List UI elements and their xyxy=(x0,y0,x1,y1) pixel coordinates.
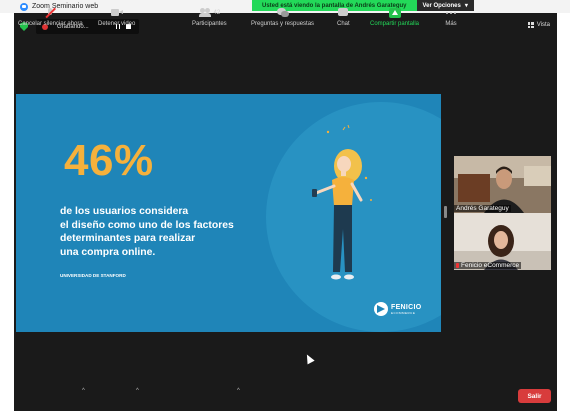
logo-subtitle: ECOMMERCE xyxy=(391,310,416,315)
share-screen-button[interactable]: Compartir pantalla xyxy=(370,8,419,27)
panel-resize-handle[interactable] xyxy=(444,206,447,218)
participant-name-tag: Fenicio eCommerce xyxy=(454,262,522,269)
shared-screen-slide: 46% de los usuarios considera el diseño … xyxy=(16,94,441,332)
view-button[interactable]: Vista xyxy=(527,22,550,28)
qa-label: Preguntas y respuestas xyxy=(251,21,315,27)
logo-name: FENICIO xyxy=(391,303,422,311)
chevron-down-icon: ▾ xyxy=(464,3,468,9)
chat-label: Chat xyxy=(337,21,350,27)
participant-name: Andrés Garateguy xyxy=(454,205,511,212)
participants-icon xyxy=(198,8,211,18)
participants-options-caret[interactable]: ^ xyxy=(237,388,240,394)
unmute-button[interactable]: Cancelar silenciar ahora xyxy=(18,8,83,27)
grid-icon xyxy=(527,22,534,28)
participants-count: 42 xyxy=(213,10,221,16)
fenicio-logo: FENICIO ECOMMERCE xyxy=(374,302,422,316)
unmute-label: Cancelar silenciar ahora xyxy=(18,21,83,27)
more-button[interactable]: Más xyxy=(445,8,457,27)
audio-options-caret[interactable]: ^ xyxy=(82,388,85,394)
chat-icon xyxy=(337,8,349,18)
share-screen-label: Compartir pantalla xyxy=(370,21,420,27)
share-screen-icon xyxy=(388,8,401,18)
participants-button[interactable]: 42 Participantes xyxy=(192,8,227,27)
woman-illustration xyxy=(312,124,372,280)
participant-name: Fenicio eCommerce xyxy=(461,262,520,269)
stop-video-button[interactable]: Detener video xyxy=(98,8,135,27)
more-icon xyxy=(445,8,457,18)
view-label: Vista xyxy=(536,22,550,28)
video-camera-icon xyxy=(110,8,123,18)
muted-mic-icon xyxy=(456,263,459,268)
participant-video-tile[interactable]: Fenicio eCommerce xyxy=(454,213,551,270)
video-options-caret[interactable]: ^ xyxy=(136,388,139,394)
meeting-toolbar xyxy=(14,376,557,411)
participant-video-tile[interactable]: Andrés Garateguy xyxy=(454,156,551,213)
fenicio-logo-icon xyxy=(374,302,388,316)
participants-label: Participantes xyxy=(192,21,227,27)
qa-button[interactable]: Preguntas y respuestas xyxy=(251,8,314,27)
leave-button[interactable]: Salir xyxy=(518,389,551,403)
chat-button[interactable]: Chat xyxy=(337,8,350,27)
muted-microphone-icon xyxy=(44,8,56,18)
qa-icon xyxy=(276,8,289,18)
stop-video-label: Detener video xyxy=(98,21,136,27)
more-label: Más xyxy=(445,21,457,27)
